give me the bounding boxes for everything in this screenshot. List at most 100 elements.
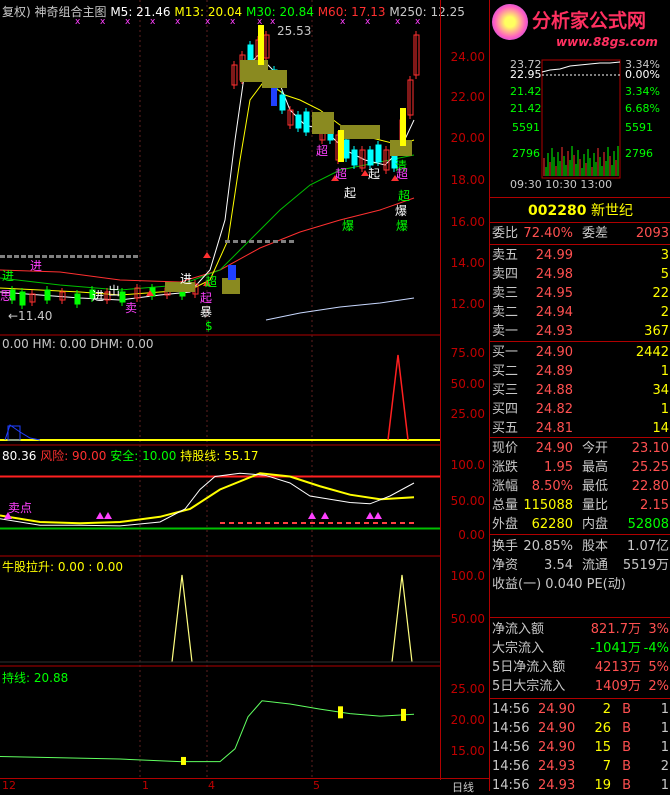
- tick-count: 1: [660, 721, 669, 736]
- signal-bar: [400, 108, 406, 146]
- quote-label: 今开: [582, 441, 609, 456]
- ma-dot: [105, 255, 110, 258]
- info-row[interactable]: 净资 3.54 流通 5519万: [490, 556, 670, 575]
- signal-text: 超: [316, 143, 328, 158]
- signal-text: 思: [0, 289, 12, 303]
- period-label[interactable]: 日线: [452, 779, 474, 795]
- lift-spike: [391, 574, 413, 663]
- flow-row[interactable]: 5日大宗流入 1409万 2%: [490, 677, 670, 696]
- level-volume: 2442: [635, 345, 669, 360]
- quote-value: 115088: [523, 498, 573, 513]
- signal-text: 进: [2, 269, 14, 283]
- tick-time: 14:56: [492, 759, 530, 774]
- tick-row[interactable]: 14:56 24.90 2 B 1: [490, 700, 670, 719]
- mini-right-label: 2796: [625, 147, 653, 160]
- info-row[interactable]: 换手 20.85% 股本 1.07亿: [490, 537, 670, 556]
- ma-dot: [112, 255, 117, 258]
- ma-dot: [21, 255, 26, 258]
- ma-dot: [77, 255, 82, 258]
- ma-dot: [28, 255, 33, 258]
- tick-volume: 26: [594, 721, 611, 736]
- flow-pct: 2%: [648, 679, 669, 694]
- buy-level-row[interactable]: 买四 24.82 1: [490, 400, 670, 419]
- wb-label: 委比: [492, 226, 519, 241]
- sell-up-arrow: [321, 512, 329, 519]
- logo-area: 分析家公式网 www.88gs.com: [490, 0, 670, 58]
- hm-spike: [387, 354, 409, 441]
- axis-label: 22.00: [450, 90, 485, 104]
- signal-text: $: [205, 319, 213, 333]
- candle-body: [295, 114, 302, 129]
- quote-label: 涨幅: [492, 479, 519, 494]
- signal-block: [271, 88, 277, 106]
- eps-text: 收益(一) 0.040 PE(动): [492, 577, 626, 592]
- ma-dot: [241, 240, 246, 243]
- level-volume: 34: [652, 383, 669, 398]
- quote-value: 24.90: [535, 441, 573, 456]
- flow-pct: -4%: [643, 641, 669, 656]
- level-price: 24.88: [535, 383, 573, 398]
- mark-block: [401, 708, 406, 721]
- tick-price: 24.90: [538, 740, 576, 755]
- sell-level-row[interactable]: 卖四 24.98 5: [490, 265, 670, 284]
- sell-level-row[interactable]: 卖一 24.93 367: [490, 322, 670, 341]
- ma-dot: [233, 240, 238, 243]
- ma-dot: [257, 240, 262, 243]
- axis-label: 50.00: [450, 612, 485, 626]
- intraday-mini-chart[interactable]: 23.72 3.34% 22.95 21.42 21.42 5591 2796 …: [490, 58, 670, 191]
- tick-time: 14:56: [492, 778, 530, 793]
- quote-row[interactable]: 外盘 62280 内盘 52808: [490, 515, 670, 534]
- ma-dot: [265, 240, 270, 243]
- level-label: 买二: [492, 364, 519, 379]
- buy-level-row[interactable]: 买三 24.88 34: [490, 381, 670, 400]
- tick-volume: 15: [594, 740, 611, 755]
- level-label: 卖三: [492, 286, 519, 301]
- axis-label: 25.00: [450, 407, 485, 421]
- dash-mark: [265, 522, 270, 524]
- buy-level-row[interactable]: 买五 24.81 14: [490, 419, 670, 438]
- quote-row[interactable]: 现价 24.90 今开 23.10: [490, 439, 670, 458]
- tick-volume: 19: [594, 778, 611, 793]
- flow-row[interactable]: 5日净流入额 4213万 5%: [490, 658, 670, 677]
- level-price: 24.99: [535, 248, 573, 263]
- flow-row[interactable]: 大宗流入 -1041万 -4%: [490, 639, 670, 658]
- safe-label: 安全: 10.00: [110, 449, 177, 463]
- tick-row[interactable]: 14:56 24.90 26 B 1: [490, 719, 670, 738]
- quote-value: 62280: [531, 517, 573, 532]
- tick-row[interactable]: 14:56 24.93 7 B 2: [490, 757, 670, 776]
- flow-label: 净流入额: [492, 622, 545, 637]
- mini-left-label: 2796: [512, 147, 540, 160]
- sell-level-row[interactable]: 卖三 24.95 22: [490, 284, 670, 303]
- quote-label: 涨跌: [492, 460, 519, 475]
- flow-value: 821.7万: [590, 622, 641, 637]
- dash-mark: [355, 522, 360, 524]
- stock-name: 新世纪: [590, 203, 633, 219]
- quote-label: 总量: [492, 498, 519, 513]
- sell-level-row[interactable]: 卖五 24.99 3: [490, 246, 670, 265]
- level-price: 24.95: [535, 286, 573, 301]
- tick-row[interactable]: 14:56 24.93 19 B 1: [490, 776, 670, 795]
- signal-text: 超: [335, 166, 347, 181]
- tick-volume: 2: [602, 702, 611, 717]
- signal-text: 暴: [200, 305, 212, 319]
- sell-up-arrow: [374, 512, 382, 519]
- logo-title: 分析家公式网: [532, 10, 647, 32]
- buy-level-row[interactable]: 买一 24.90 2442: [490, 343, 670, 362]
- ma-dot: [126, 255, 131, 258]
- quote-row[interactable]: 总量 115088 量比 2.15: [490, 496, 670, 515]
- sell-level-row[interactable]: 卖二 24.94 2: [490, 303, 670, 322]
- buy-level-row[interactable]: 买二 24.89 1: [490, 362, 670, 381]
- level-price: 24.82: [535, 402, 573, 417]
- quote-row[interactable]: 涨幅 8.50% 最低 22.80: [490, 477, 670, 496]
- panel5-title: 持线: 20.88: [2, 671, 69, 685]
- tick-side: B: [622, 721, 631, 736]
- tick-row[interactable]: 14:56 24.90 15 B 1: [490, 738, 670, 757]
- kline-chart-area[interactable]: x x x x x x x x x x x x x 进超起爆超起爆卖出清进进超起暴 $ 超进超思爆 复权) 神…: [0, 0, 465, 780]
- quote-row[interactable]: 涨跌 1.95 最高 25.25: [490, 458, 670, 477]
- mini-right-label: 5591: [625, 121, 653, 134]
- flow-row[interactable]: 净流入额 821.7万 3%: [490, 620, 670, 639]
- signal-text: 起: [368, 167, 380, 181]
- tick-price: 24.93: [538, 759, 576, 774]
- quote-label: 最低: [582, 479, 609, 494]
- tick-volume: 7: [602, 759, 611, 774]
